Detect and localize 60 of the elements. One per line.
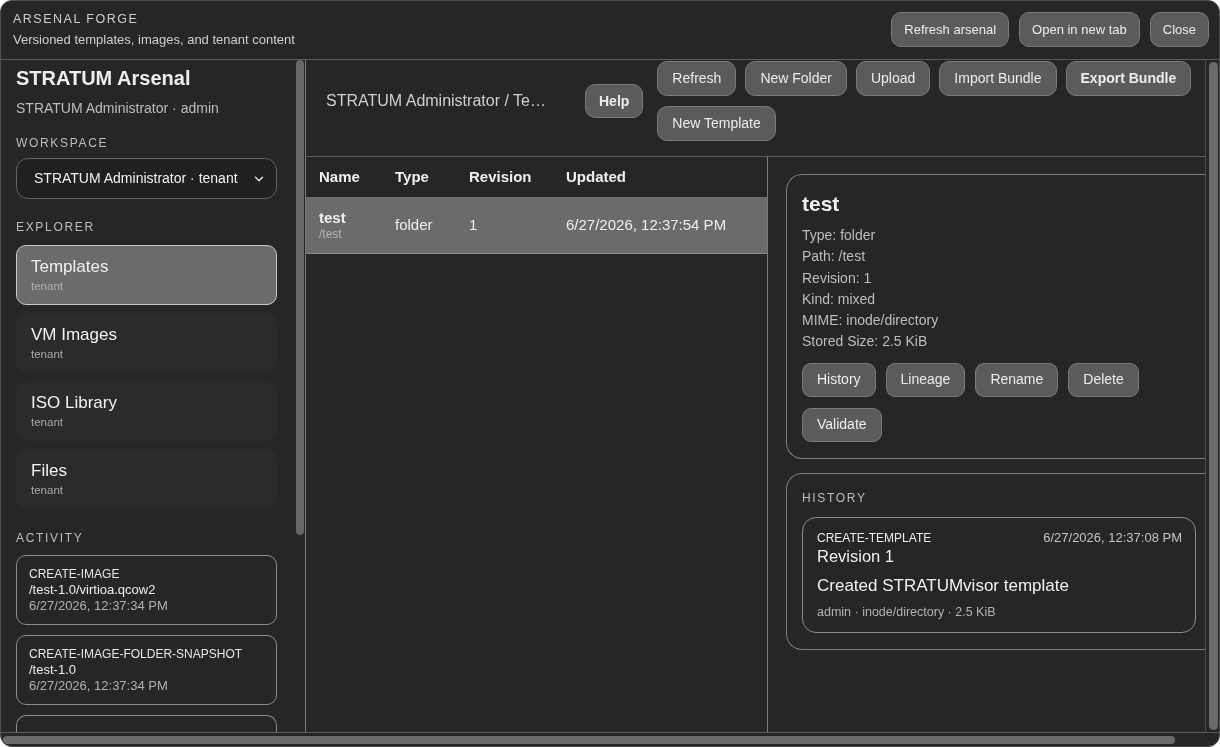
breadcrumb: STRATUM Administrator / Te… [326, 92, 546, 109]
column-header: Revision [469, 166, 532, 187]
column-header: Type [395, 166, 429, 187]
column-header: Updated [566, 166, 626, 187]
explorer-item[interactable]: Templates tenant [16, 245, 277, 305]
sidebar-title: STRATUM Arsenal [16, 66, 191, 91]
activity-action: CREATE-IMAGE-FOLDER-SNAPSHOT [29, 646, 243, 662]
section-label: ACTIVITY [16, 530, 84, 546]
detail-field: Type: folder [802, 225, 876, 247]
action-button[interactable]: Validate [802, 407, 882, 442]
action-button[interactable]: Lineage [885, 362, 966, 397]
app-title: ARSENAL FORGE [13, 11, 139, 27]
action-button[interactable]: Rename [975, 362, 1059, 397]
history-meta: admin · inode/directory · 2.5 KiB [817, 603, 996, 620]
activity-time: 6/27/2026, 12:37:34 PM [29, 678, 168, 694]
item-path: /test [319, 226, 342, 242]
app-subtitle: Versioned templates, images, and tenant content [13, 31, 295, 49]
workspace-select[interactable]: STRATUM Administrator · tenant [16, 158, 277, 199]
detail-field: Kind: mixed [802, 288, 876, 311]
item-name: test [319, 208, 346, 227]
history-time: 6/27/2026, 12:37:08 PM [1043, 529, 1182, 546]
section-label: EXPLORER [16, 219, 95, 235]
scrollbar-thumb[interactable] [296, 60, 304, 535]
activity-action: CREATE-IMAGE [29, 566, 120, 582]
activity-time: 6/27/2026, 12:37:34 PM [29, 598, 168, 614]
toolbar-button[interactable]: Upload [855, 61, 931, 96]
table-cell-text: 1 [469, 214, 478, 235]
scrollbar-thumb[interactable] [1209, 62, 1218, 730]
table-cell-text: 6/27/2026, 12:37:54 PM [566, 214, 727, 235]
header-button[interactable]: Close [1149, 12, 1209, 47]
details-title: test [802, 191, 840, 217]
table-row[interactable]: test /test folder 1 6/27/2026, 12:37:54 PM [306, 197, 767, 254]
toolbar-button[interactable]: Refresh [657, 61, 737, 96]
user-label: STRATUM Administrator · admin [16, 99, 219, 118]
action-button[interactable]: Delete [1068, 362, 1139, 397]
toolbar-button[interactable]: Import Bundle [939, 61, 1057, 96]
detail-field: Path: /test [802, 246, 866, 268]
scrollbar-thumb[interactable] [3, 736, 1175, 744]
toolbar-button[interactable]: New Folder [745, 61, 847, 96]
section-label: WORKSPACE [16, 135, 109, 151]
history-action: CREATE-TEMPLATE [817, 529, 932, 546]
header-button[interactable]: Refresh arsenal [891, 12, 1010, 47]
explorer-item[interactable]: Files tenant [16, 449, 277, 509]
activity-path: /test-1.0/virtioa.qcow2 [29, 582, 156, 598]
action-button[interactable]: History [802, 362, 876, 397]
help-button[interactable]: Help [585, 84, 644, 118]
column-header: Name [319, 166, 360, 187]
activity-path: /test-1.0 [29, 662, 76, 678]
toolbar-button[interactable]: New Template [657, 106, 776, 141]
table-cell-text: folder [395, 214, 433, 235]
toolbar-button[interactable]: Export Bundle [1065, 61, 1192, 96]
section-label: HISTORY [802, 489, 867, 506]
history-revision: Revision 1 [817, 545, 895, 566]
history-message: Created STRATUMvisor template [817, 574, 1069, 597]
detail-field: Revision: 1 [802, 267, 872, 289]
detail-field: Stored Size: 2.5 KiB [802, 331, 928, 353]
explorer-item[interactable]: VM Images tenant [16, 313, 277, 373]
detail-field: MIME: inode/directory [802, 310, 939, 332]
explorer-item[interactable]: ISO Library tenant [16, 381, 277, 441]
header-button[interactable]: Open in new tab [1019, 12, 1140, 47]
